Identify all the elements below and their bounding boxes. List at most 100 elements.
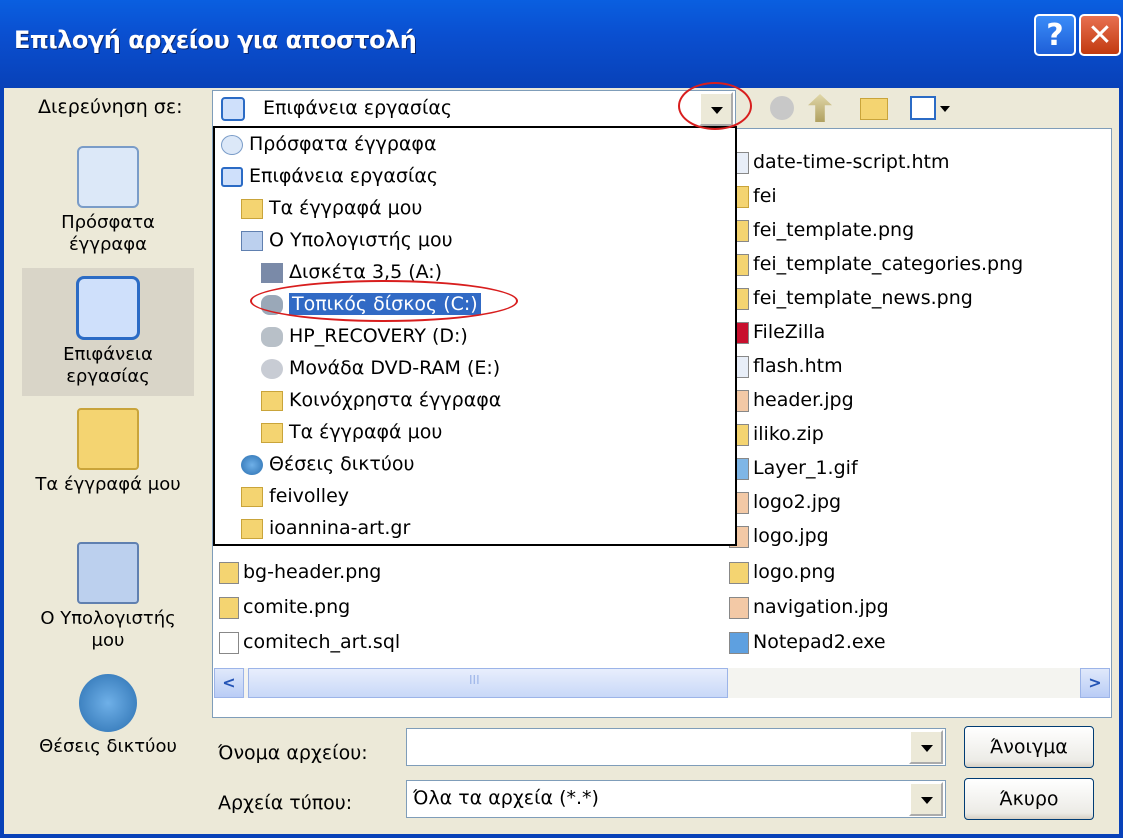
horizontal-scrollbar[interactable]: < III > xyxy=(214,668,1110,698)
place-network[interactable]: Θέσεις δικτύου xyxy=(22,666,194,758)
place-label: Πρόσφατα έγγραφα xyxy=(61,212,155,255)
window-title: Επιλογή αρχείου για αποστολή xyxy=(14,26,417,54)
place-label: Ο Υπολογιστής μου xyxy=(40,608,176,651)
scroll-thumb-grip: III xyxy=(469,673,480,687)
back-icon[interactable] xyxy=(770,96,794,120)
file-name: Layer_1.gif xyxy=(753,457,858,479)
list-item[interactable]: flash.htm xyxy=(729,351,843,381)
list-item[interactable]: fei_template_news.png xyxy=(729,283,973,313)
my-computer-icon xyxy=(241,230,263,251)
dropdown-item-label: Μονάδα DVD-RAM (E:) xyxy=(289,357,501,379)
folder-icon xyxy=(241,518,263,539)
list-item[interactable]: fei_template.png xyxy=(729,215,914,245)
list-item[interactable]: header.jpg xyxy=(729,385,854,415)
list-item[interactable]: navigation.jpg xyxy=(729,592,889,622)
text-file-icon xyxy=(219,631,239,654)
filename-input[interactable] xyxy=(406,728,946,766)
file-name: navigation.jpg xyxy=(753,596,889,618)
list-item[interactable]: FileZilla xyxy=(729,317,825,347)
list-item[interactable]: logo.png xyxy=(729,557,835,587)
dropdown-item-hp-recovery[interactable]: HP_RECOVERY (D:) xyxy=(261,320,468,352)
my-computer-icon xyxy=(77,542,139,604)
dvd-drive-icon xyxy=(261,358,283,379)
list-item[interactable]: logo2.jpg xyxy=(729,487,841,517)
dropdown-item-label: Κοινόχρηστα έγγραφα xyxy=(289,389,502,411)
file-name: logo2.jpg xyxy=(753,491,842,513)
filetype-label: Αρχεία τύπου: xyxy=(218,792,353,814)
filetype-select[interactable]: Όλα τα αρχεία (*.*) xyxy=(406,780,946,818)
list-item[interactable]: logo.jpg xyxy=(729,521,829,551)
list-item[interactable]: fei_template_categories.png xyxy=(729,249,1023,279)
new-folder-icon[interactable] xyxy=(860,98,888,120)
lookin-value: Επιφάνεια εργασίας xyxy=(263,97,453,119)
place-mycomputer[interactable]: Ο Υπολογιστής μου xyxy=(22,534,194,652)
view-menu-arrow-icon[interactable] xyxy=(940,106,950,112)
scroll-thumb[interactable]: III xyxy=(248,668,728,698)
lookin-label: Διερεύνηση σε: xyxy=(38,96,183,118)
place-label: Τα έγγραφά μου xyxy=(35,474,181,495)
filename-dropdown-button[interactable] xyxy=(909,730,943,764)
dropdown-item-recent[interactable]: Πρόσφατα έγγραφα xyxy=(221,128,436,160)
dropdown-item-ioannina-art[interactable]: ioannina-art.gr xyxy=(241,512,410,544)
dropdown-item-label: feivolley xyxy=(269,485,350,507)
desktop-icon xyxy=(76,276,140,340)
file-name: bg-header.png xyxy=(243,561,382,583)
jpg-file-icon xyxy=(729,596,749,619)
filetype-dropdown-button[interactable] xyxy=(909,782,943,816)
filename-label: Όνομα αρχείου: xyxy=(218,742,368,764)
title-bar[interactable]: Επιλογή αρχείου για αποστολή ? ✕ xyxy=(0,0,1123,88)
list-item[interactable]: comitech_art.sql xyxy=(219,627,400,657)
scroll-right-button[interactable]: > xyxy=(1080,668,1110,698)
list-item[interactable]: comite.png xyxy=(219,592,350,622)
dropdown-item-label: Ο Υπολογιστής μου xyxy=(269,229,453,251)
list-item[interactable]: date-time-script.htm xyxy=(729,147,949,177)
file-name: logo.jpg xyxy=(753,525,829,547)
folder-icon xyxy=(241,486,263,507)
help-button[interactable]: ? xyxy=(1034,14,1076,56)
file-name: logo.png xyxy=(753,561,836,583)
network-places-icon xyxy=(241,454,263,475)
dropdown-item-feivolley[interactable]: feivolley xyxy=(241,480,349,512)
dropdown-item-label: Επιφάνεια εργασίας xyxy=(249,165,439,187)
dropdown-item-dvd[interactable]: Μονάδα DVD-RAM (E:) xyxy=(261,352,500,384)
lookin-dropdown-list[interactable]: Πρόσφατα έγγραφα Επιφάνεια εργασίας Τα έ… xyxy=(213,126,737,546)
dropdown-item-network[interactable]: Θέσεις δικτύου xyxy=(241,448,414,480)
open-button[interactable]: Άνοιγμα xyxy=(964,726,1094,768)
list-item[interactable]: Layer_1.gif xyxy=(729,453,858,483)
place-desktop[interactable]: Επιφάνεια εργασίας xyxy=(22,268,194,396)
file-name: fei_template_categories.png xyxy=(753,253,1024,275)
fireworks-png-icon xyxy=(219,596,239,619)
scroll-left-button[interactable]: < xyxy=(214,668,244,698)
hard-drive-icon xyxy=(261,326,283,347)
lookin-combo[interactable]: Επιφάνεια εργασίας xyxy=(212,90,736,128)
recent-docs-icon xyxy=(77,146,139,208)
list-item[interactable]: iliko.zip xyxy=(729,419,824,449)
exe-file-icon xyxy=(729,631,749,654)
network-places-icon xyxy=(79,674,137,732)
list-item[interactable]: bg-header.png xyxy=(219,557,381,587)
dropdown-item-my-computer[interactable]: Ο Υπολογιστής μου xyxy=(241,224,453,256)
view-menu-icon[interactable] xyxy=(910,96,936,120)
cancel-button[interactable]: Άκυρο xyxy=(964,778,1094,820)
file-name: fei_template.png xyxy=(753,219,915,241)
annotation-ellipse xyxy=(678,82,752,130)
my-documents-icon xyxy=(77,408,139,470)
places-bar: Πρόσφατα έγγραφα Επιφάνεια εργασίας Τα έ… xyxy=(22,138,194,778)
dropdown-item-my-documents-folder[interactable]: Τα έγγραφά μου xyxy=(261,416,442,448)
folder-icon xyxy=(261,422,283,443)
fireworks-png-icon xyxy=(219,561,239,584)
dropdown-item-my-documents[interactable]: Τα έγγραφά μου xyxy=(241,192,422,224)
list-item[interactable]: Notepad2.exe xyxy=(729,627,886,657)
dropdown-item-shared-docs[interactable]: Κοινόχρηστα έγγραφα xyxy=(261,384,501,416)
dropdown-item-label: Τα έγγραφά μου xyxy=(289,421,443,443)
file-name: iliko.zip xyxy=(753,423,824,445)
dropdown-item-label: Τα έγγραφά μου xyxy=(269,197,423,219)
dropdown-item-desktop[interactable]: Επιφάνεια εργασίας xyxy=(221,160,438,192)
fireworks-png-icon xyxy=(729,561,749,584)
place-mydocs[interactable]: Τα έγγραφά μου xyxy=(22,400,194,496)
file-name: fei xyxy=(753,185,777,207)
my-documents-icon xyxy=(241,198,263,219)
close-button[interactable]: ✕ xyxy=(1079,14,1121,56)
file-name: fei_template_news.png xyxy=(753,287,973,309)
place-recent[interactable]: Πρόσφατα έγγραφα xyxy=(22,138,194,256)
